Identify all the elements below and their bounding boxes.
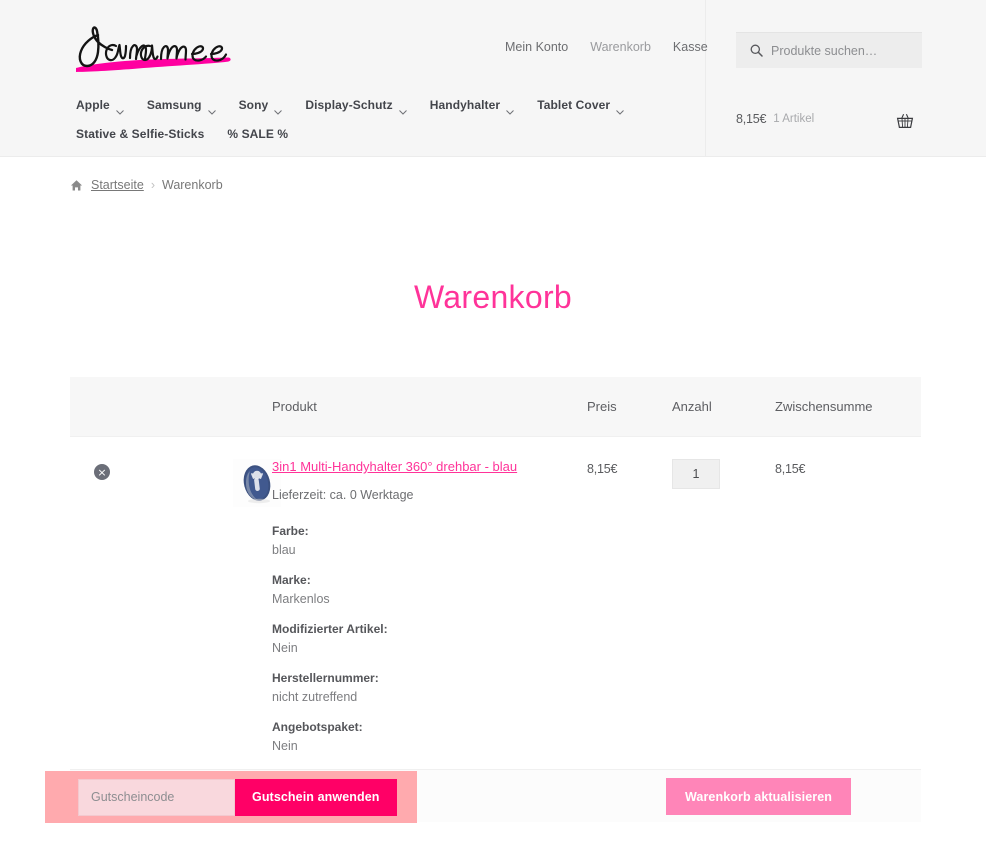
product-attribute: Marke: Markenlos (272, 573, 587, 606)
nav-item-sony[interactable]: Sony (238, 98, 283, 115)
attribute-label: Farbe: (272, 524, 309, 538)
apply-coupon-button[interactable]: Gutschein anwenden (235, 778, 397, 816)
attribute-value: Nein (272, 739, 298, 753)
logo-artwork (76, 26, 231, 72)
chevron-down-icon (207, 103, 216, 115)
cell-remove: × (70, 459, 130, 769)
coupon-form: Gutschein anwenden (45, 771, 417, 823)
site-header: Mein Konto Warenkorb Kasse Apple Samsung (0, 0, 986, 157)
site-logo[interactable] (68, 20, 268, 75)
attribute-label: Herstellernummer: (272, 671, 379, 685)
chevron-down-icon (115, 103, 124, 115)
nav-item-label: Display-Schutz (305, 98, 393, 112)
nav-item-label: Tablet Cover (537, 98, 611, 112)
cart-table: Produkt Preis Anzahl Zwischensumme × 3in… (70, 377, 921, 822)
coupon-code-input[interactable] (78, 778, 235, 816)
nav-item-label: Handyhalter (429, 98, 501, 112)
home-icon[interactable] (70, 179, 83, 192)
search-icon (750, 44, 763, 57)
nav-link-kasse[interactable]: Kasse (673, 40, 708, 54)
product-subtotal: 8,15€ (775, 462, 806, 476)
cell-product-details: 3in1 Multi-Handyhalter 360° drehbar - bl… (272, 459, 587, 769)
nav-item-label: Samsung (146, 98, 202, 112)
header-left-column: Mein Konto Warenkorb Kasse Apple Samsung (0, 0, 708, 156)
attribute-label: Angebotspaket: (272, 720, 363, 734)
chevron-down-icon (398, 103, 407, 115)
breadcrumb: Startseite › Warenkorb (70, 178, 223, 192)
shopping-basket-icon[interactable] (896, 112, 914, 130)
cell-thumbnail (130, 459, 281, 769)
product-attribute: Farbe: blau (272, 524, 587, 557)
nav-item-display-schutz[interactable]: Display-Schutz (305, 98, 407, 115)
cart-summary[interactable]: 8,15€ 1 Artikel (736, 112, 936, 128)
attribute-value: nicht zutreffend (272, 690, 358, 704)
attribute-label: Modifizierter Artikel: (272, 622, 388, 636)
breadcrumb-current-warenkorb: Warenkorb (161, 178, 223, 192)
nav-item-label: Sony (238, 98, 269, 112)
product-attribute: Angebotspaket: Nein (272, 720, 587, 753)
nav-item-sale[interactable]: % SALE % (227, 127, 288, 141)
chevron-down-icon (506, 103, 515, 115)
quantity-input[interactable] (672, 459, 720, 489)
product-attribute: Herstellernummer: nicht zutreffend (272, 671, 587, 704)
product-delivery-time: Lieferzeit: ca. 0 Werktage (272, 488, 414, 502)
product-name-link[interactable]: 3in1 Multi-Handyhalter 360° drehbar - bl… (272, 459, 587, 474)
breadcrumb-link-startseite[interactable]: Startseite (91, 178, 144, 192)
attribute-label: Marke: (272, 573, 311, 587)
attribute-value: Markenlos (272, 592, 330, 606)
cart-table-header-row: Produkt Preis Anzahl Zwischensumme (70, 377, 921, 436)
remove-item-button[interactable]: × (94, 464, 110, 480)
cart-item-count: 1 Artikel (773, 113, 815, 125)
primary-navigation: Apple Samsung Sony Display-Schutz Handyh… (76, 98, 696, 156)
cell-price: 8,15€ (587, 459, 672, 769)
header-cell-quantity: Anzahl (672, 399, 712, 414)
nav-link-warenkorb[interactable]: Warenkorb (590, 40, 651, 54)
chevron-down-icon (274, 103, 283, 115)
secondary-navigation: Mein Konto Warenkorb Kasse (505, 40, 708, 54)
nav-item-label: Apple (76, 98, 110, 112)
nav-link-mein-konto[interactable]: Mein Konto (505, 40, 568, 54)
nav-item-stative-selfie-sticks[interactable]: Stative & Selfie-Sticks (76, 127, 204, 141)
cell-subtotal: 8,15€ (775, 459, 921, 769)
cell-quantity (672, 459, 775, 769)
table-row: × 3in1 Multi-Handyhalter 360° drehbar - … (70, 436, 921, 769)
search-input[interactable] (771, 43, 921, 58)
breadcrumb-separator: › (150, 178, 155, 192)
nav-item-samsung[interactable]: Samsung (146, 98, 216, 115)
product-price: 8,15€ (587, 462, 618, 476)
header-cell-price: Preis (587, 399, 617, 414)
search-box[interactable] (736, 32, 922, 68)
attribute-value: Nein (272, 641, 298, 655)
product-attribute: Modifizierter Artikel: Nein (272, 622, 587, 655)
nav-item-label: Stative & Selfie-Sticks (76, 127, 205, 141)
chevron-down-icon (616, 103, 625, 115)
nav-item-tablet-cover[interactable]: Tablet Cover (537, 98, 625, 115)
header-cell-subtotal: Zwischensumme (775, 399, 873, 414)
cart-total-amount: 8,15€ (736, 112, 767, 126)
nav-item-label: % SALE % (227, 127, 289, 141)
nav-item-handyhalter[interactable]: Handyhalter (429, 98, 515, 115)
attribute-value: blau (272, 543, 296, 557)
page-title: Warenkorb (413, 279, 572, 316)
update-cart-button[interactable]: Warenkorb aktualisieren (665, 778, 851, 815)
nav-item-apple[interactable]: Apple (76, 98, 124, 115)
header-cell-product: Produkt (272, 399, 317, 414)
